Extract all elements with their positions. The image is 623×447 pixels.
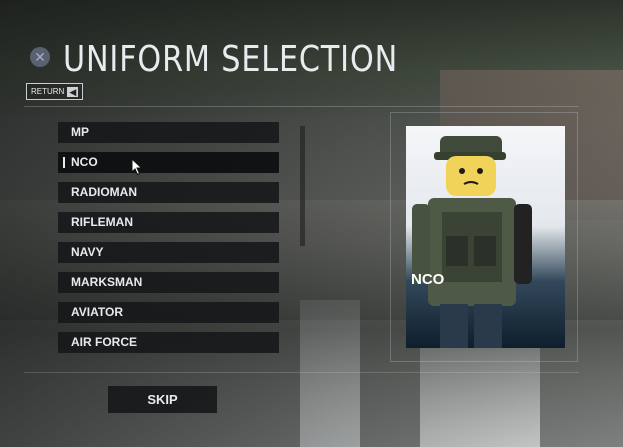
- selection-indicator: [63, 157, 65, 168]
- return-button[interactable]: RETURN ◀: [26, 83, 84, 100]
- page-title: UNIFORM SELECTION: [63, 39, 399, 80]
- uniform-option-mp[interactable]: MP: [58, 122, 279, 143]
- uniform-option-label: MP: [71, 125, 89, 139]
- uniform-option-label: RADIOMAN: [71, 185, 137, 199]
- uniform-option-air-force[interactable]: AIR FORCE: [58, 332, 279, 353]
- uniform-option-nco[interactable]: NCO: [58, 152, 279, 173]
- uniform-list: MP NCO RADIOMAN RIFLEMAN NAVY MARKSMAN A…: [58, 122, 279, 362]
- uniform-option-marksman[interactable]: MARKSMAN: [58, 272, 279, 293]
- close-button[interactable]: ✕: [30, 47, 50, 67]
- divider: [24, 106, 579, 107]
- scrollbar[interactable]: [300, 126, 305, 246]
- uniform-preview: NCO: [406, 126, 565, 348]
- preview-label: NCO: [411, 271, 445, 288]
- uniform-option-label: AIR FORCE: [71, 335, 137, 349]
- divider: [24, 372, 579, 373]
- arrow-left-icon: ◀: [67, 86, 79, 97]
- uniform-option-label: AVIATOR: [71, 305, 124, 319]
- skip-button[interactable]: SKIP: [108, 386, 217, 413]
- uniform-option-navy[interactable]: NAVY: [58, 242, 279, 263]
- mouse-cursor-icon: [131, 158, 143, 176]
- uniform-option-label: NCO: [71, 155, 98, 169]
- uniform-option-label: NAVY: [71, 245, 104, 259]
- character-avatar: [412, 136, 532, 348]
- uniform-option-radioman[interactable]: RADIOMAN: [58, 182, 279, 203]
- uniform-option-aviator[interactable]: AVIATOR: [58, 302, 279, 323]
- uniform-option-label: MARKSMAN: [71, 275, 143, 289]
- uniform-option-label: RIFLEMAN: [71, 215, 133, 229]
- x-circle-icon: ✕: [34, 49, 46, 65]
- uniform-option-rifleman[interactable]: RIFLEMAN: [58, 212, 279, 233]
- return-label: RETURN: [31, 87, 65, 96]
